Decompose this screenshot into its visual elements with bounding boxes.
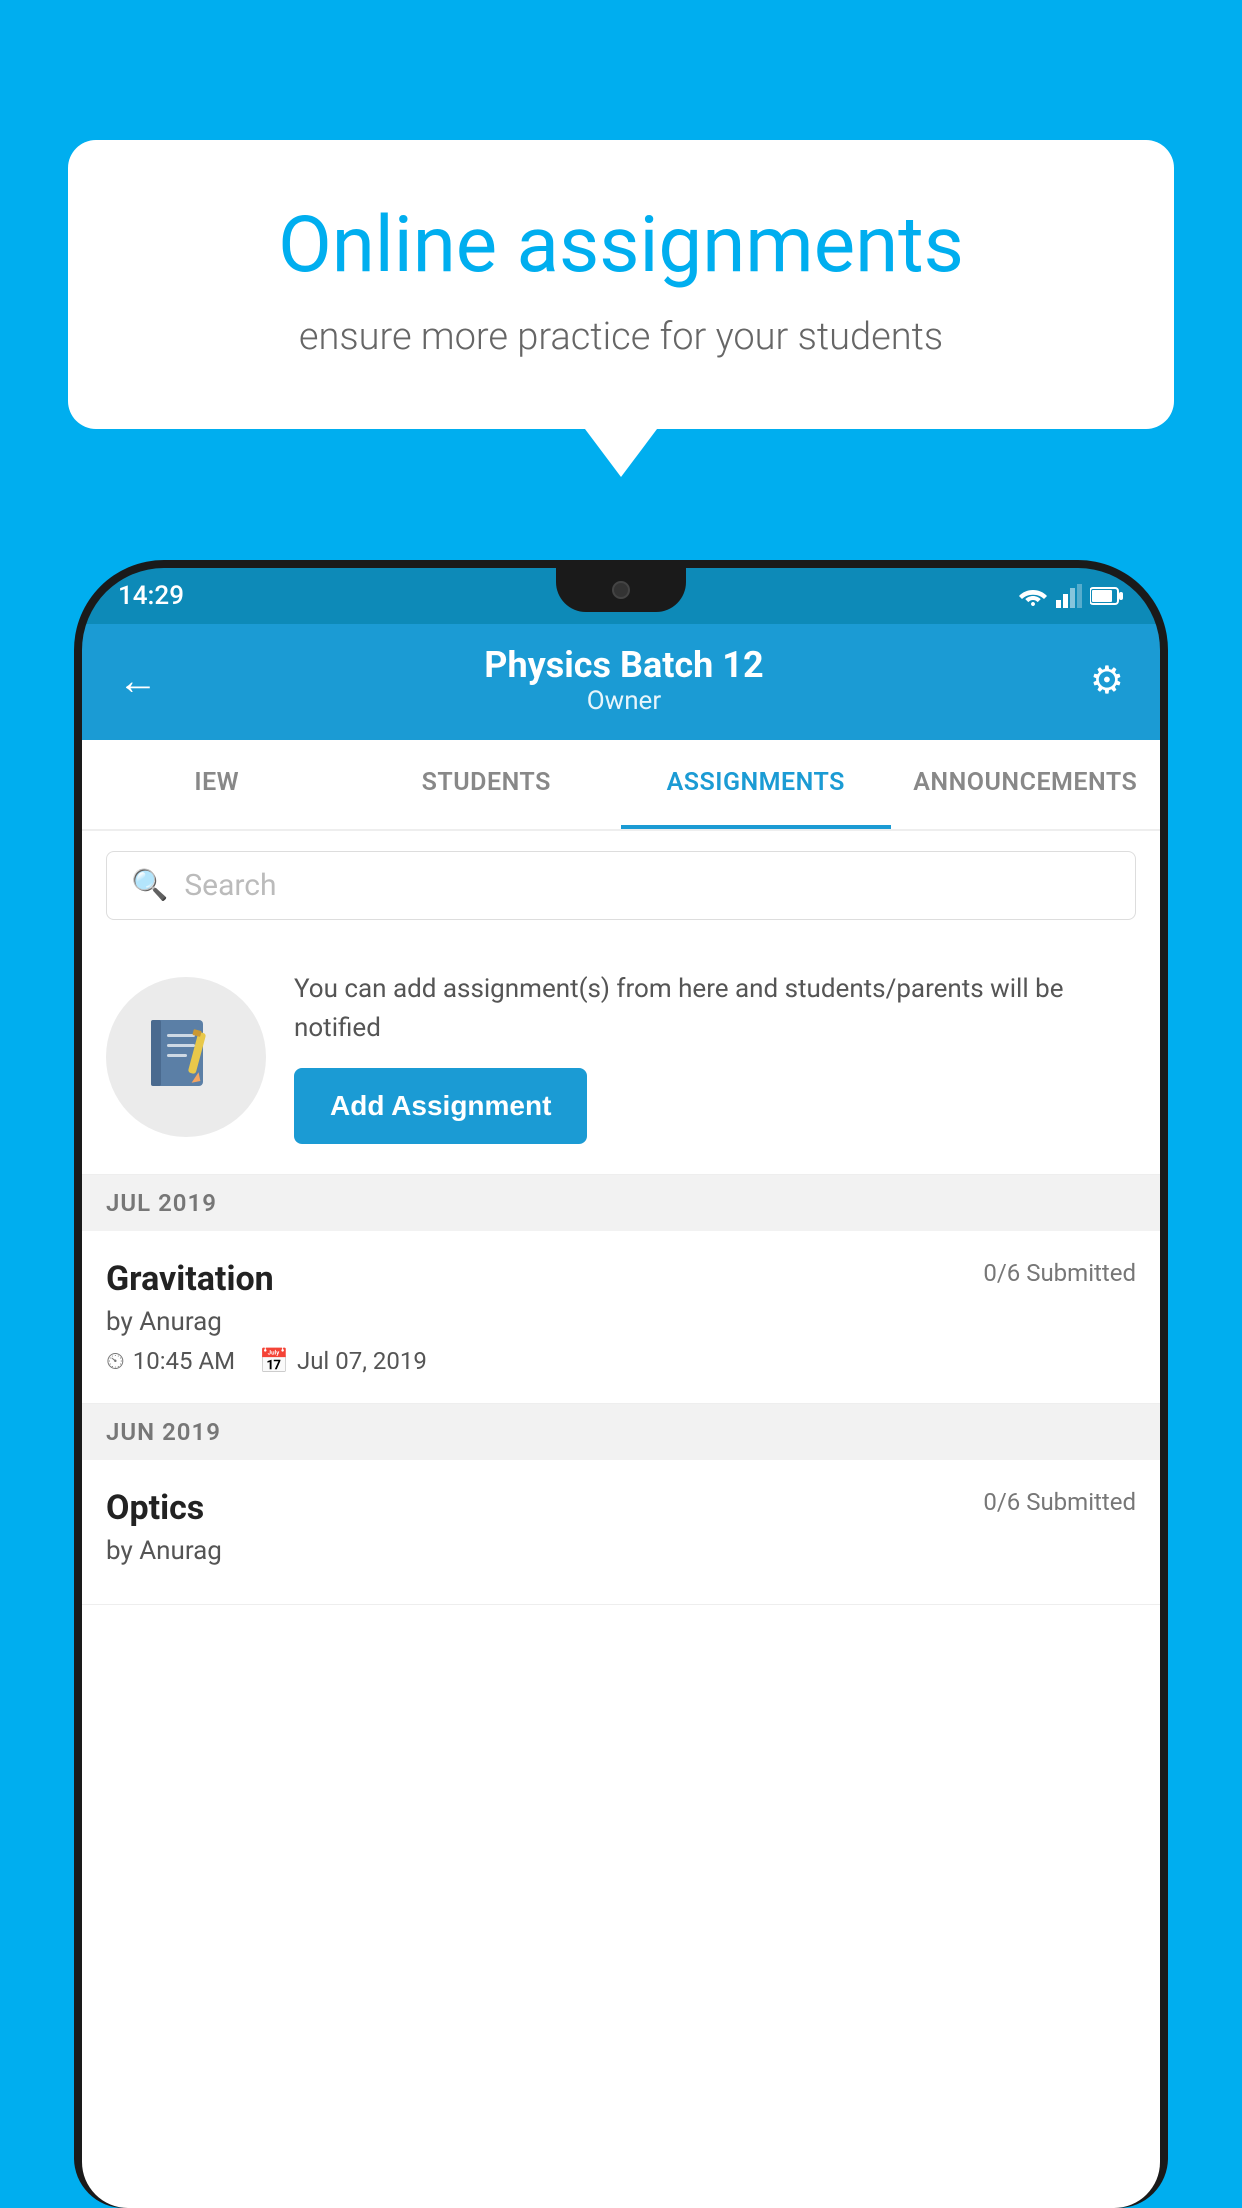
prompt-text: You can add assignment(s) from here and … <box>294 970 1136 1048</box>
tab-iew[interactable]: IEW <box>82 740 352 829</box>
month-separator-jul: JUL 2019 <box>82 1175 1160 1231</box>
tab-announcements[interactable]: ANNOUNCEMENTS <box>891 740 1161 829</box>
assignment-by: by Anurag <box>106 1307 1136 1337</box>
back-button[interactable]: ← <box>118 657 158 704</box>
camera-dot <box>612 581 630 599</box>
assignment-item-top: Gravitation 0/6 Submitted <box>106 1259 1136 1299</box>
prompt-right: You can add assignment(s) from here and … <box>294 970 1136 1144</box>
phone-inner: 14:29 <box>82 568 1160 2208</box>
phone-mockup: 14:29 <box>74 560 1168 2208</box>
settings-icon[interactable]: ⚙ <box>1090 658 1124 703</box>
assignment-by-optics: by Anurag <box>106 1536 1136 1566</box>
assignment-name-optics: Optics <box>106 1488 204 1528</box>
speech-bubble-container: Online assignments ensure more practice … <box>68 140 1174 477</box>
wifi-icon <box>1018 584 1048 608</box>
assignment-name: Gravitation <box>106 1259 274 1299</box>
assignment-time: ⏲ 10:45 AM <box>106 1347 235 1375</box>
calendar-icon: 📅 <box>259 1347 289 1375</box>
status-icons <box>1018 584 1124 608</box>
header-title: Physics Batch 12 <box>158 644 1090 686</box>
app-header: ← Physics Batch 12 Owner ⚙ <box>82 624 1160 740</box>
tab-students[interactable]: STUDENTS <box>352 740 622 829</box>
assignment-date: 📅 Jul 07, 2019 <box>259 1347 427 1375</box>
assignment-submitted: 0/6 Submitted <box>983 1259 1136 1287</box>
assignment-date-value: Jul 07, 2019 <box>297 1347 427 1375</box>
assignment-item-top-optics: Optics 0/6 Submitted <box>106 1488 1136 1528</box>
month-separator-jun: JUN 2019 <box>82 1404 1160 1460</box>
signal-icon <box>1056 584 1082 608</box>
speech-bubble: Online assignments ensure more practice … <box>68 140 1174 429</box>
bubble-title: Online assignments <box>138 200 1104 291</box>
search-input[interactable]: Search <box>184 868 276 903</box>
status-time: 14:29 <box>118 581 184 611</box>
assignment-time-value: 10:45 AM <box>133 1347 235 1375</box>
search-bar: 🔍 Search <box>82 831 1160 940</box>
status-bar: 14:29 <box>82 568 1160 624</box>
clock-icon: ⏲ <box>106 1347 125 1375</box>
add-assignment-button[interactable]: Add Assignment <box>294 1068 587 1144</box>
header-title-block: Physics Batch 12 Owner <box>158 644 1090 716</box>
assignment-meta: ⏲ 10:45 AM 📅 Jul 07, 2019 <box>106 1347 1136 1375</box>
search-input-container[interactable]: 🔍 Search <box>106 851 1136 920</box>
tabs-bar: IEW STUDENTS ASSIGNMENTS ANNOUNCEMENTS <box>82 740 1160 831</box>
header-subtitle: Owner <box>158 686 1090 716</box>
assignment-item-gravitation[interactable]: Gravitation 0/6 Submitted by Anurag ⏲ 10… <box>82 1231 1160 1404</box>
notebook-icon-circle <box>106 977 266 1137</box>
assignment-item-optics[interactable]: Optics 0/6 Submitted by Anurag <box>82 1460 1160 1605</box>
assignment-prompt: You can add assignment(s) from here and … <box>82 940 1160 1175</box>
notebook-icon <box>141 1012 231 1102</box>
battery-icon <box>1090 586 1124 606</box>
search-icon: 🔍 <box>131 868 168 903</box>
speech-bubble-arrow <box>585 429 657 477</box>
bubble-subtitle: ensure more practice for your students <box>138 315 1104 359</box>
phone-notch <box>556 568 686 612</box>
app-content: 🔍 Search <box>82 831 1160 2208</box>
assignment-submitted-optics: 0/6 Submitted <box>983 1488 1136 1516</box>
tab-assignments[interactable]: ASSIGNMENTS <box>621 740 891 829</box>
